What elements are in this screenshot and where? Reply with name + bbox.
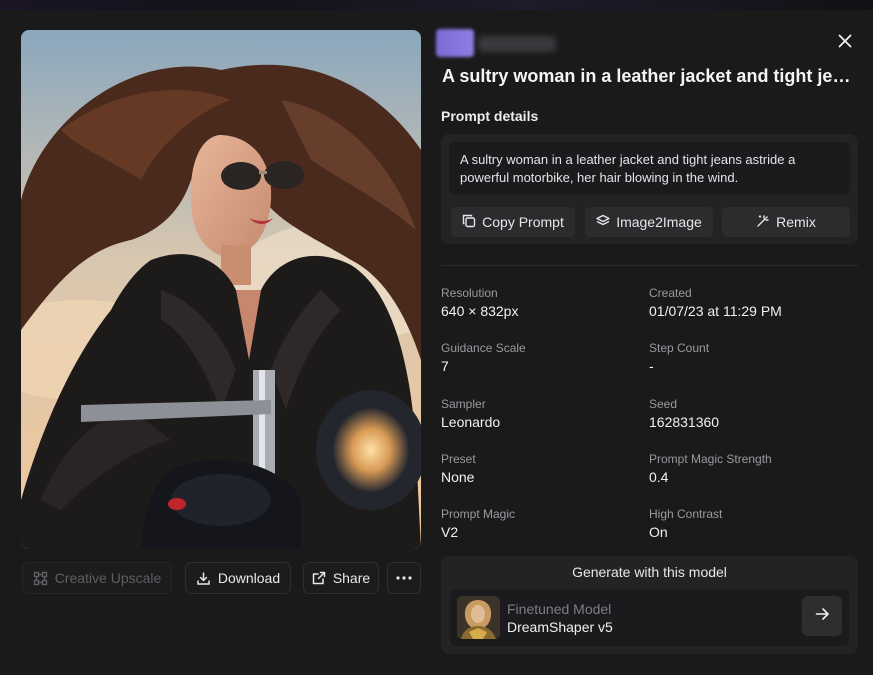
generate-with-model-card: Generate with this model Finetuned Model… (441, 556, 858, 654)
more-options-button[interactable] (387, 562, 421, 594)
image-detail-modal: Creative Upscale Download Share A sultry… (0, 10, 873, 675)
external-link-icon (312, 571, 326, 585)
meta-step-count: Step Count - (649, 341, 709, 374)
author-avatar[interactable] (436, 29, 474, 57)
meta-label: Seed (649, 397, 678, 411)
meta-high-contrast: High Contrast On (649, 507, 722, 540)
prompt-card: A sultry woman in a leather jacket and t… (441, 134, 858, 244)
meta-label: Sampler (441, 397, 486, 411)
image2image-button[interactable]: Image2Image (585, 207, 713, 237)
meta-value: 640 × 832px (441, 303, 519, 319)
meta-value: 7 (441, 358, 449, 374)
download-button[interactable]: Download (185, 562, 291, 594)
meta-label: Prompt Magic Strength (649, 452, 772, 466)
meta-value: 0.4 (649, 469, 669, 485)
generate-with-model-heading: Generate with this model (572, 564, 727, 580)
more-horizontal-icon (396, 576, 412, 580)
remix-label: Remix (776, 214, 816, 230)
meta-value: Leonardo (441, 414, 501, 430)
share-button[interactable]: Share (303, 562, 379, 594)
meta-label: Created (649, 286, 692, 300)
magic-wand-icon (756, 214, 770, 231)
meta-resolution: Resolution 640 × 832px (441, 286, 518, 319)
image-title: A sultry woman in a leather jacket and t… (442, 66, 852, 86)
meta-prompt-magic: Prompt Magic V2 (441, 507, 515, 540)
meta-value: - (649, 358, 654, 374)
meta-label: Preset (441, 452, 476, 466)
image2image-label: Image2Image (616, 214, 702, 230)
copy-prompt-label: Copy Prompt (482, 214, 564, 230)
arrow-right-icon (815, 607, 830, 626)
meta-value: None (441, 469, 475, 485)
backdrop-strip (0, 0, 873, 10)
meta-label: High Contrast (649, 507, 723, 521)
section-divider (441, 265, 858, 266)
creative-upscale-button[interactable]: Creative Upscale (22, 562, 172, 594)
model-kind: Finetuned Model (507, 601, 612, 617)
meta-label: Guidance Scale (441, 341, 526, 355)
prompt-details-heading: Prompt details (441, 108, 539, 124)
creative-upscale-label: Creative Upscale (54, 570, 162, 586)
download-icon (196, 571, 211, 586)
close-icon (838, 34, 852, 53)
download-label: Download (217, 570, 281, 586)
meta-label: Prompt Magic (441, 507, 516, 521)
meta-value: On (649, 524, 668, 540)
share-label: Share (332, 570, 371, 586)
meta-sampler: Sampler Leonardo (441, 397, 500, 430)
layers-icon (596, 214, 610, 231)
meta-prompt-magic-strength: Prompt Magic Strength 0.4 (649, 452, 772, 485)
model-name: DreamShaper v5 (507, 619, 613, 635)
meta-value[interactable]: 162831360 (649, 414, 719, 430)
generated-image (21, 30, 421, 549)
meta-value: V2 (441, 524, 459, 540)
upscale-grid-icon (33, 571, 48, 586)
meta-value: 01/07/23 at 11:29 PM (649, 303, 782, 319)
meta-guidance-scale: Guidance Scale 7 (441, 341, 526, 374)
copy-icon (462, 214, 476, 231)
meta-seed: Seed 162831360 (649, 397, 719, 430)
author-name-blurred[interactable] (478, 36, 556, 52)
model-row[interactable]: Finetuned Model DreamShaper v5 (450, 589, 849, 646)
meta-label: Resolution (441, 286, 498, 300)
remix-button[interactable]: Remix (722, 207, 850, 237)
close-button[interactable] (834, 32, 856, 54)
model-thumbnail (457, 596, 500, 639)
meta-label: Step Count (649, 341, 710, 355)
prompt-text: A sultry woman in a leather jacket and t… (449, 142, 850, 195)
copy-prompt-button[interactable]: Copy Prompt (451, 207, 575, 237)
meta-preset: Preset None (441, 452, 476, 485)
meta-created: Created 01/07/23 at 11:29 PM (649, 286, 782, 319)
use-model-button[interactable] (802, 596, 842, 636)
